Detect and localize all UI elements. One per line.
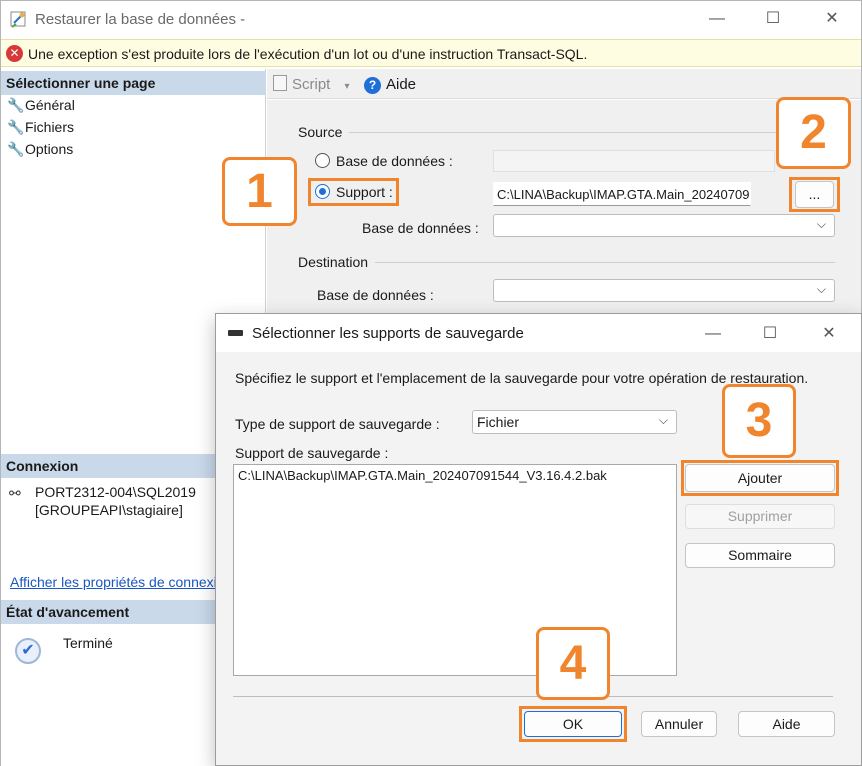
- source-divider: [349, 132, 835, 133]
- title-bar: Restaurer la base de données - — ☐ ✕: [1, 1, 861, 37]
- user-name: [GROUPEAPI\stagiaire]: [35, 502, 183, 518]
- close-button[interactable]: ✕: [822, 9, 842, 29]
- backup-media-list[interactable]: C:\LINA\Backup\IMAP.GTA.Main_20240709154…: [233, 464, 677, 676]
- chevron-down-icon: ⌵: [816, 282, 826, 296]
- list-item[interactable]: C:\LINA\Backup\IMAP.GTA.Main_20240709154…: [238, 468, 607, 483]
- destination-database-label: Base de données :: [317, 287, 434, 303]
- script-icon: [273, 75, 287, 91]
- device-radio-label: Support :: [336, 184, 393, 200]
- page-item-options[interactable]: 🔧Options: [7, 141, 73, 158]
- page-item-label: Options: [25, 141, 74, 157]
- connection-icon: ⚯: [9, 485, 21, 501]
- dialog-title: Sélectionner les supports de sauvegarde: [252, 325, 524, 342]
- add-button[interactable]: Ajouter: [685, 464, 835, 492]
- media-type-label: Type de support de sauvegarde :: [235, 416, 440, 432]
- annotation-step-1: 1: [222, 157, 297, 226]
- help-button[interactable]: Aide: [386, 76, 416, 93]
- dialog-help-button[interactable]: Aide: [738, 711, 835, 737]
- source-database-select[interactable]: ⌵: [493, 214, 835, 237]
- database-radio-label: Base de données :: [336, 153, 453, 169]
- ok-button[interactable]: OK: [524, 711, 622, 737]
- connection-properties-link[interactable]: Afficher les propriétés de connexion: [10, 574, 220, 590]
- destination-group-label: Destination: [298, 254, 369, 270]
- error-bar: ✕ Une exception s'est produite lors de l…: [1, 39, 861, 67]
- restore-database-icon: [9, 10, 29, 30]
- media-type-select[interactable]: Fichier ⌵: [472, 410, 677, 434]
- script-label: Script: [292, 76, 331, 93]
- wrench-icon: 🔧: [7, 97, 25, 113]
- dialog-title-bar: Sélectionner les supports de sauvegarde …: [216, 314, 861, 352]
- minimize-button[interactable]: —: [707, 9, 727, 29]
- error-icon: ✕: [6, 45, 23, 62]
- dialog-minimize-button[interactable]: —: [703, 324, 723, 344]
- page-item-label: Fichiers: [25, 119, 75, 135]
- dialog-divider: [233, 696, 833, 697]
- remove-button[interactable]: Supprimer: [685, 504, 835, 529]
- toolbar: Script ▾ ? Aide: [267, 69, 861, 99]
- page-item-files[interactable]: 🔧Fichiers: [7, 119, 74, 136]
- destination-database-select[interactable]: ⌵: [493, 279, 835, 302]
- annotation-step-4: 4: [536, 627, 610, 700]
- source-database-combo[interactable]: [493, 150, 775, 172]
- help-icon[interactable]: ?: [364, 77, 381, 94]
- database-radio[interactable]: [315, 153, 330, 168]
- annotation-step-3: 3: [722, 384, 796, 458]
- progress-status: Terminé: [63, 635, 113, 651]
- dialog-maximize-button[interactable]: ☐: [760, 324, 780, 344]
- device-radio[interactable]: [315, 184, 330, 199]
- browse-button[interactable]: ...: [795, 181, 834, 208]
- wrench-icon: 🔧: [7, 141, 25, 157]
- device-path-field[interactable]: C:\LINA\Backup\IMAP.GTA.Main_20240709: [493, 182, 751, 206]
- source-group-label: Source: [298, 124, 343, 140]
- maximize-button[interactable]: ☐: [763, 9, 783, 29]
- page-item-label: Général: [25, 97, 75, 113]
- tape-drive-icon: [228, 330, 243, 336]
- dialog-close-button[interactable]: ✕: [819, 324, 839, 344]
- chevron-down-icon: ⌵: [658, 413, 668, 427]
- chevron-down-icon: ⌵: [816, 217, 826, 231]
- checkmark-icon: ✔: [15, 638, 41, 664]
- contents-button[interactable]: Sommaire: [685, 543, 835, 568]
- media-label: Support de sauvegarde :: [235, 445, 389, 461]
- error-message: Une exception s'est produite lors de l'e…: [28, 46, 588, 62]
- select-page-header: Sélectionner une page: [1, 71, 266, 95]
- wrench-icon: 🔧: [7, 119, 25, 135]
- server-name: PORT2312-004\SQL2019: [35, 484, 196, 500]
- connection-info: PORT2312-004\SQL2019 [GROUPEAPI\stagiair…: [35, 483, 196, 519]
- media-type-value: Fichier: [477, 414, 520, 430]
- chevron-down-icon: ▾: [344, 81, 350, 92]
- window-title: Restaurer la base de données -: [35, 11, 246, 28]
- cancel-button[interactable]: Annuler: [641, 711, 717, 737]
- source-database-label: Base de données :: [362, 220, 479, 236]
- select-backup-devices-dialog: Sélectionner les supports de sauvegarde …: [215, 313, 862, 766]
- annotation-step-2: 2: [776, 97, 851, 169]
- dialog-description: Spécifiez le support et l'emplacement de…: [235, 370, 809, 386]
- page-item-general[interactable]: 🔧Général: [7, 97, 75, 114]
- destination-divider: [375, 262, 835, 263]
- script-button[interactable]: Script ▾: [273, 75, 350, 93]
